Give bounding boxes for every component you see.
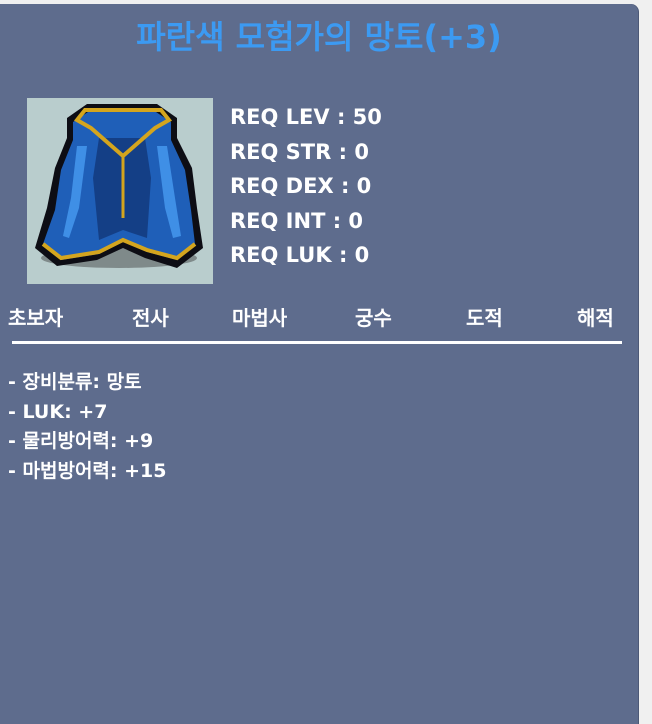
- job-bowman: 궁수: [355, 306, 392, 330]
- job-warrior: 전사: [132, 306, 169, 330]
- requirements-list: REQ LEV : 50 REQ STR : 0 REQ DEX : 0 REQ…: [230, 100, 382, 273]
- req-dex: REQ DEX : 0: [230, 174, 372, 198]
- divider: [12, 341, 622, 344]
- job-list: 초보자 전사 마법사 궁수 도적 해적: [0, 302, 638, 332]
- stats-list: - 장비분류: 망토 - LUK: +7 - 물리방어력: +9 - 마법방어력…: [8, 368, 166, 486]
- item-tooltip-panel: 파란색 모험가의 망토(+3) REQ LEV : 50 REQ STR : 0…: [0, 4, 638, 724]
- job-beginner: 초보자: [8, 306, 64, 330]
- req-level: REQ LEV : 50: [230, 105, 382, 129]
- stat-category: - 장비분류: 망토: [8, 371, 142, 393]
- req-str: REQ STR : 0: [230, 139, 369, 164]
- job-pirate: 해적: [577, 306, 614, 330]
- job-magician: 마법사: [232, 306, 288, 330]
- stat-magic-def: - 마법방어력: +15: [8, 459, 167, 482]
- job-thief: 도적: [466, 306, 503, 330]
- blue-cape-icon: [35, 104, 203, 268]
- item-image: [27, 98, 213, 284]
- req-luk: REQ LUK : 0: [230, 243, 370, 267]
- stat-phys-def: - 물리방어력: +9: [8, 430, 154, 452]
- req-int: REQ INT : 0: [230, 208, 364, 233]
- item-name: 파란색 모험가의 망토(+3): [136, 18, 502, 56]
- stat-luk: - LUK: +7: [8, 400, 108, 423]
